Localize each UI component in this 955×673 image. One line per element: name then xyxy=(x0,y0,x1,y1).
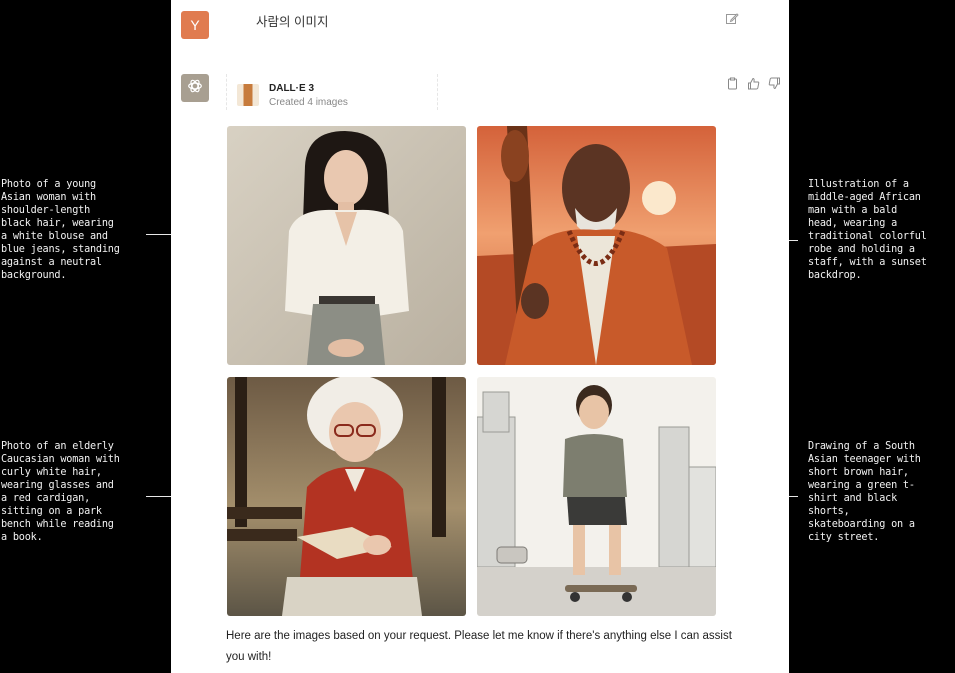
annotation-left-bottom: Photo of an elderly Caucasian woman with… xyxy=(1,441,120,543)
generated-image-african-man[interactable] xyxy=(477,126,716,365)
chat-panel: Y 사람의 이미지 DALL·E 3 Created 4 images Here… xyxy=(171,0,789,673)
thumbs-up-icon[interactable] xyxy=(747,77,760,90)
generated-image-elderly-woman[interactable] xyxy=(227,377,466,616)
clipboard-icon[interactable] xyxy=(726,77,739,90)
assistant-reply: Here are the images based on your reques… xyxy=(226,630,732,663)
annotation-right-bottom: Drawing of a South Asian teenager with s… xyxy=(808,441,921,543)
edit-icon[interactable] xyxy=(725,12,739,26)
thumbs-down-icon[interactable] xyxy=(768,77,781,90)
tool-status: Created 4 images xyxy=(269,97,348,108)
generated-image-young-woman[interactable] xyxy=(227,126,466,365)
annotation-left-top: Photo of a young Asian woman with should… xyxy=(1,179,120,281)
user-message: 사람의 이미지 xyxy=(256,15,329,29)
generated-image-teen-skateboarder[interactable] xyxy=(477,377,716,616)
dalle-tool-card[interactable]: DALL·E 3 Created 4 images xyxy=(226,74,438,110)
openai-logo-icon xyxy=(186,77,204,100)
annotation-right-top: Illustration of a middle-aged African ma… xyxy=(808,179,927,281)
user-avatar: Y xyxy=(181,11,209,39)
dalle-thumbnail xyxy=(237,84,259,106)
assistant-avatar xyxy=(181,74,209,102)
message-actions xyxy=(726,77,781,90)
tool-name: DALL·E 3 xyxy=(269,83,314,94)
